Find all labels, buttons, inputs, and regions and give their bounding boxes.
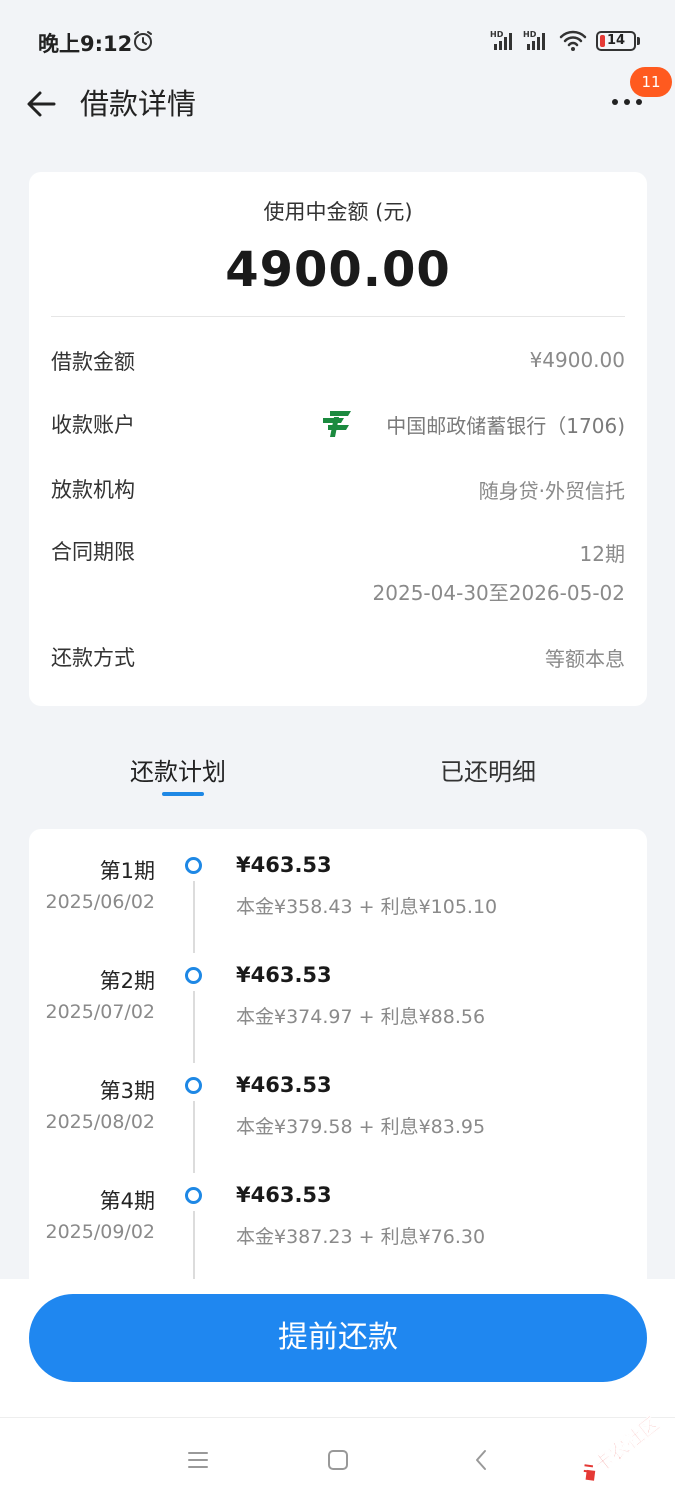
contract-term-dates: 2025-04-30至2026-05-02: [372, 581, 625, 605]
svg-text:HD: HD: [490, 30, 504, 39]
timeline-dot: [185, 857, 202, 874]
timeline-line: [193, 1211, 195, 1283]
timeline-dot: [185, 967, 202, 984]
loan-summary-card: 使用中金额 (元) 4900.00 借款金额 ¥4900.00 收款账户 中国邮…: [29, 172, 647, 706]
battery-icon: 14: [596, 31, 636, 51]
status-bar: 晚上9:12 HD HD 14: [0, 0, 675, 80]
repayment-plan-list: 第1期 2025/06/02 ¥463.53 本金¥358.43 + 利息¥10…: [29, 829, 647, 1289]
svg-text:HD: HD: [523, 30, 537, 39]
amount-in-use-label: 使用中金额 (元): [263, 200, 413, 224]
watermark-text: 卡农社区: [590, 1412, 664, 1477]
period-name: 第2期: [99, 969, 155, 993]
postal-bank-logo-icon: [323, 411, 351, 437]
contract-term-periods: 12期: [579, 542, 625, 566]
lending-institution-label: 放款机构: [51, 478, 135, 502]
period-date: 2025/08/02: [45, 1111, 155, 1133]
repayment-method-label: 还款方式: [51, 646, 135, 670]
prepay-button[interactable]: 提前还款: [29, 1294, 647, 1382]
battery-percent: 14: [607, 33, 626, 48]
list-item[interactable]: 第3期 2025/08/02 ¥463.53 本金¥379.58 + 利息¥83…: [29, 1049, 647, 1173]
period-amount: ¥463.53: [236, 963, 332, 987]
period-date: 2025/06/02: [45, 891, 155, 913]
period-name: 第4期: [99, 1189, 155, 1213]
list-item[interactable]: 第4期 2025/09/02 ¥463.53 本金¥387.23 + 利息¥76…: [29, 1159, 647, 1283]
loan-amount-value: ¥4900.00: [529, 348, 625, 372]
nav-back-chevron-icon[interactable]: [470, 1448, 494, 1472]
timeline-dot: [185, 1187, 202, 1204]
divider: [51, 316, 625, 317]
repayment-method-value: 等额本息: [545, 647, 625, 671]
list-item[interactable]: 第2期 2025/07/02 ¥463.53 本金¥374.97 + 利息¥88…: [29, 939, 647, 1063]
timeline-dot: [185, 1077, 202, 1094]
alarm-clock-icon: [134, 31, 152, 51]
amount-in-use-value: 4900.00: [225, 242, 451, 298]
period-name: 第1期: [99, 859, 155, 883]
list-item[interactable]: 第1期 2025/06/02 ¥463.53 本金¥358.43 + 利息¥10…: [29, 829, 647, 953]
battery-level: [600, 35, 605, 47]
active-tab-indicator: [162, 792, 204, 796]
period-date: 2025/07/02: [45, 1001, 155, 1023]
page-title: 借款详情: [80, 87, 197, 121]
period-amount: ¥463.53: [236, 853, 332, 877]
period-date: 2025/09/02: [45, 1221, 155, 1243]
tab-repayment-plan[interactable]: 还款计划: [130, 752, 226, 787]
loan-amount-label: 借款金额: [51, 350, 135, 374]
battery-tip: [637, 37, 640, 45]
period-breakdown: 本金¥358.43 + 利息¥105.10: [236, 896, 498, 918]
notification-badge: 11: [630, 67, 672, 97]
period-amount: ¥463.53: [236, 1073, 332, 1097]
back-arrow-icon[interactable]: [22, 84, 62, 124]
receiving-account-label: 收款账户: [51, 413, 135, 437]
signal-hd-icon: HD: [523, 30, 545, 50]
lending-institution-value: 随身贷·外贸信托: [478, 479, 625, 503]
receiving-account-value: 中国邮政储蓄银行（1706): [386, 414, 625, 438]
home-square-icon[interactable]: [326, 1448, 350, 1472]
status-time: 晚上9:12: [38, 32, 133, 56]
community-watermark-logo: 卡农社区: [583, 1412, 664, 1481]
period-breakdown: 本金¥374.97 + 利息¥88.56: [236, 1006, 486, 1028]
period-breakdown: 本金¥387.23 + 利息¥76.30: [236, 1226, 486, 1248]
menu-icon[interactable]: [186, 1448, 210, 1472]
tab-repaid-details[interactable]: 已还明细: [440, 752, 536, 787]
period-breakdown: 本金¥379.58 + 利息¥83.95: [236, 1116, 486, 1138]
period-amount: ¥463.53: [236, 1183, 332, 1207]
wifi-icon: [559, 30, 587, 51]
period-name: 第3期: [99, 1079, 155, 1103]
signal-hd-icon: HD: [490, 30, 512, 50]
contract-term-label: 合同期限: [51, 540, 135, 564]
